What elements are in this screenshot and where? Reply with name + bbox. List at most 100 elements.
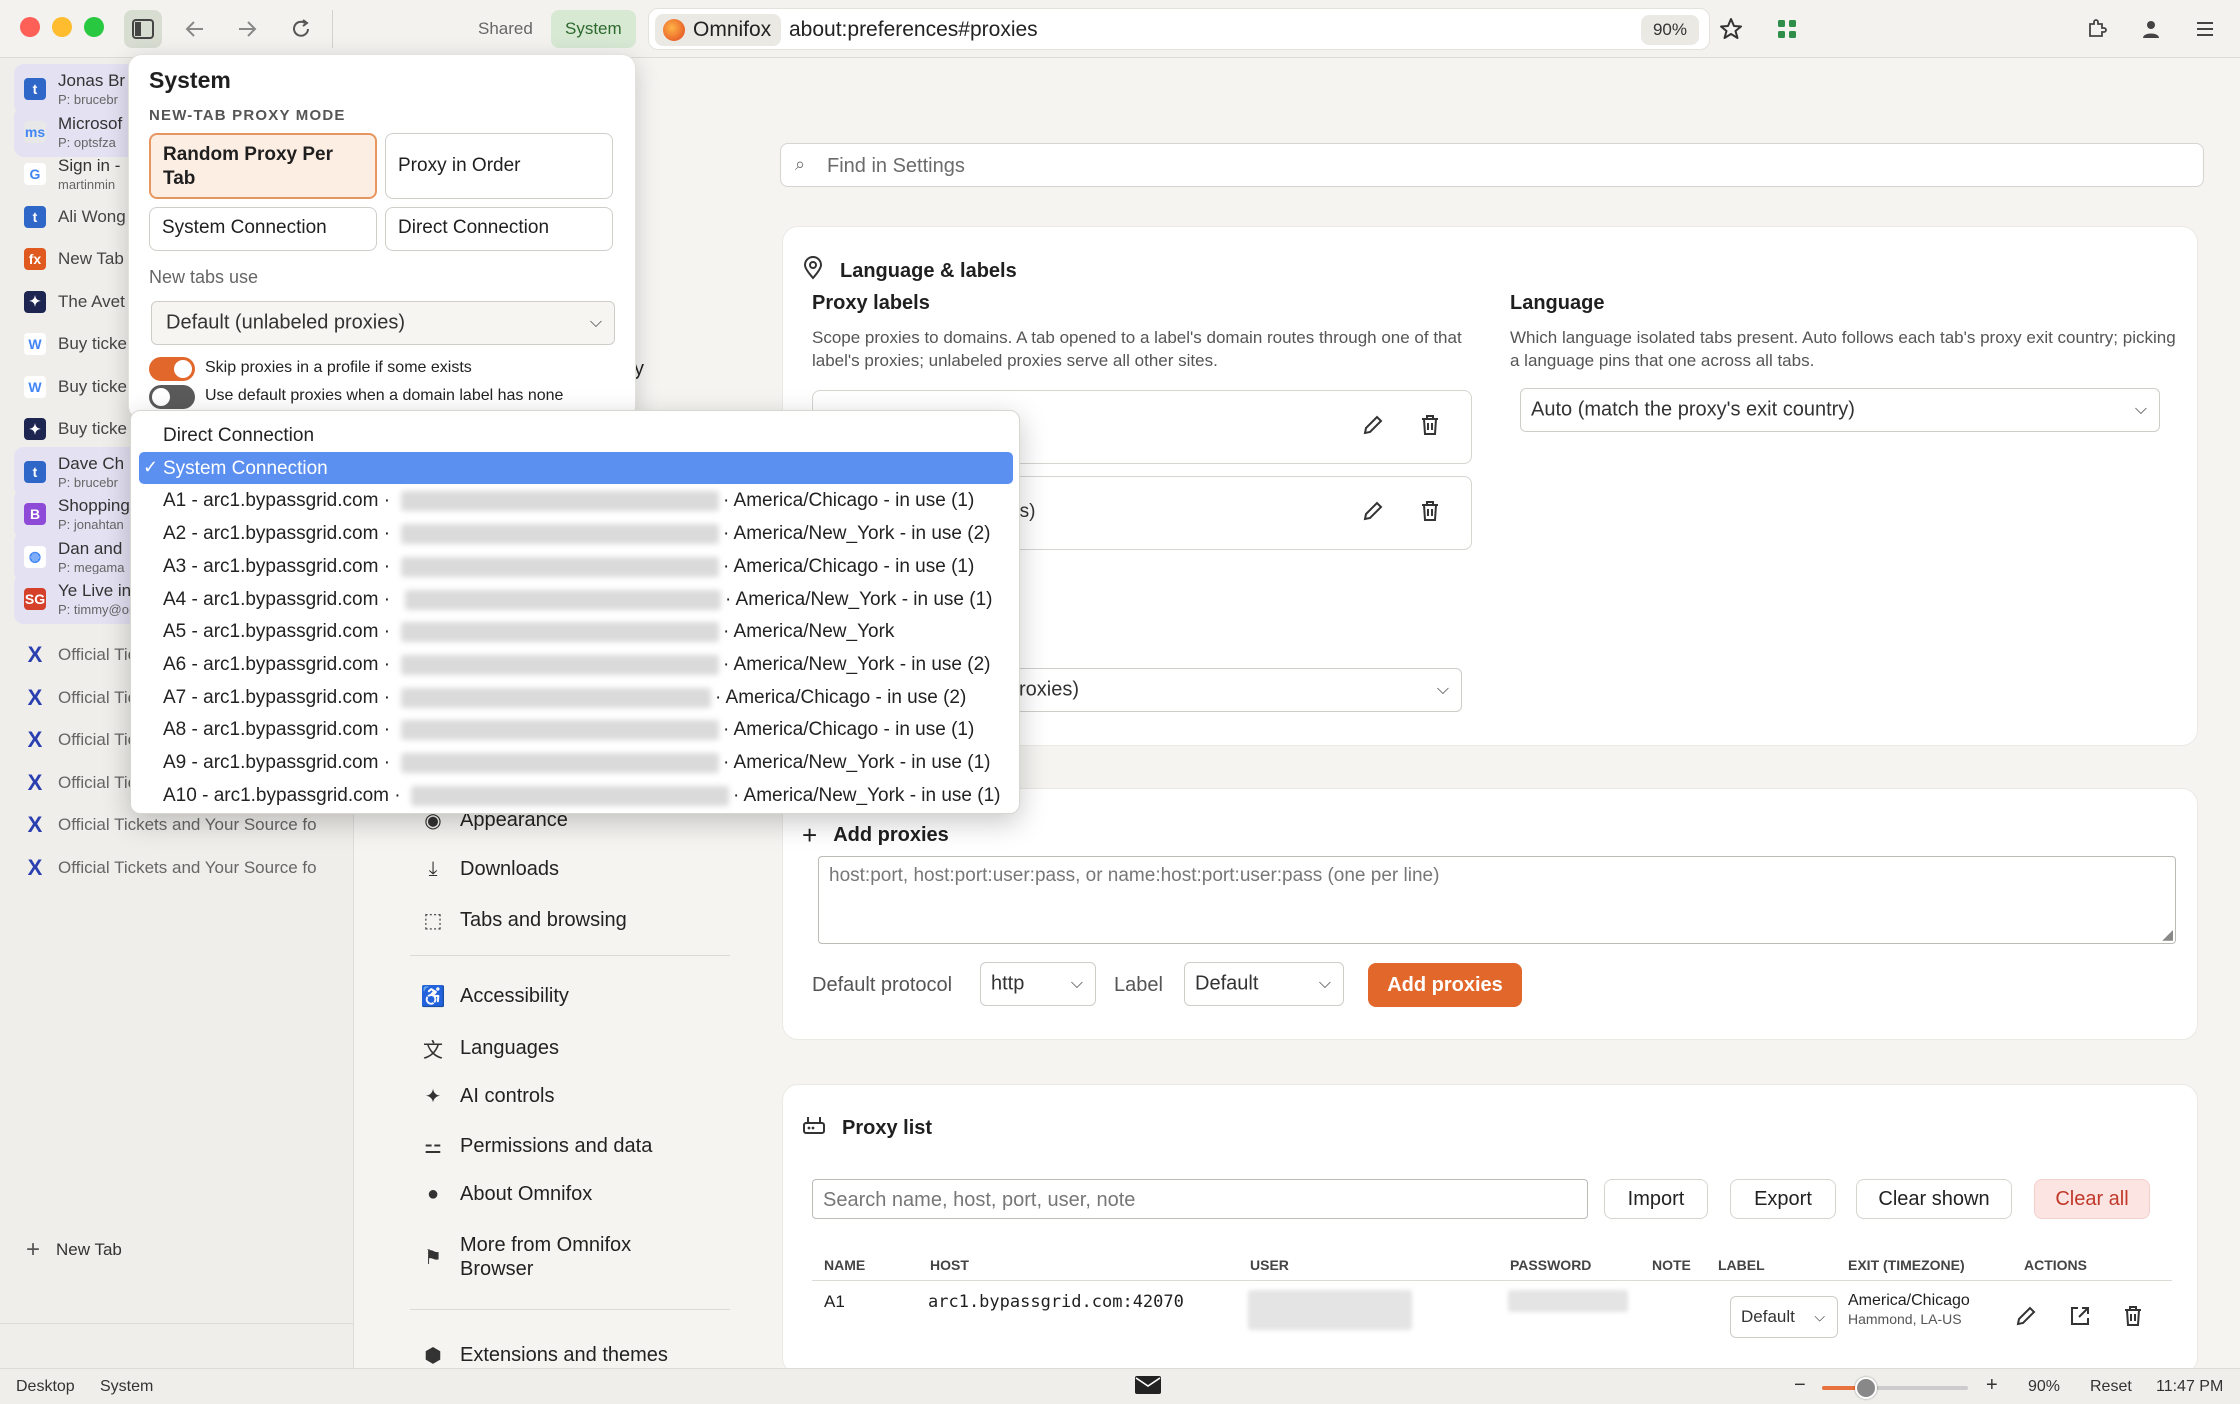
extensions-grid-icon[interactable] [1768, 10, 1806, 48]
option-timezone: · America/Chicago - in use (1) [723, 490, 975, 512]
option-label: System Connection [163, 457, 328, 479]
nav-item-icon: ⬚ [423, 910, 443, 932]
option-label: A5 - arc1.bypassgrid.com · [163, 621, 391, 643]
url-text[interactable]: about:preferences#proxies [789, 18, 1038, 42]
row-label-select[interactable]: Default ⌵ [1730, 1296, 1838, 1338]
col-header-user: USER [1250, 1257, 1289, 1273]
proxies-textarea[interactable]: host:port, host:port:user:pass, or name:… [818, 856, 2176, 944]
dropdown-option[interactable]: A8 - arc1.bypassgrid.com · · America/Chic… [139, 713, 1013, 745]
nav-item[interactable]: ● About Omnifox [420, 1183, 592, 1206]
site-identity-pill[interactable]: Omnifox [655, 14, 782, 46]
address-bar[interactable]: Omnifox about:preferences#proxies 90% [648, 8, 1710, 50]
minimize-window-button[interactable] [52, 17, 72, 37]
close-window-button[interactable] [20, 17, 40, 37]
redacted-ip [401, 524, 719, 545]
zoom-reset-button[interactable]: Reset [2090, 1378, 2132, 1396]
dropdown-option[interactable]: A9 - arc1.bypassgrid.com · · America/New_… [139, 746, 1013, 778]
account-icon[interactable] [2132, 10, 2170, 48]
nav-item[interactable]: ⬢ Extensions and themes [420, 1343, 668, 1368]
forward-arrow-icon[interactable] [228, 10, 266, 48]
shared-mode-tab[interactable]: Shared [464, 10, 547, 48]
clear-all-button[interactable]: Clear all [2034, 1179, 2150, 1219]
sidebar-tab[interactable]: X Official Tickets and Your Source fo [14, 843, 342, 893]
x-logo-icon: X [27, 769, 43, 795]
status-desktop[interactable]: Desktop [16, 1378, 75, 1396]
dropdown-option[interactable]: Direct Connection [139, 419, 1013, 451]
proxy-search-input[interactable]: Search name, host, port, user, note [812, 1179, 1588, 1219]
label-select[interactable]: Default ⌵ [1184, 962, 1344, 1006]
edit-pencil-icon[interactable] [1361, 499, 1385, 528]
add-proxies-button[interactable]: Add proxies [1368, 963, 1522, 1007]
zoom-slider[interactable] [1822, 1377, 1968, 1399]
plus-icon: + [802, 820, 818, 850]
sidebar-toggle-icon[interactable] [124, 10, 162, 48]
option-timezone: · America/Chicago - in use (1) [723, 555, 975, 577]
dropdown-option[interactable]: A1 - arc1.bypassgrid.com · · America/Chic… [139, 484, 1013, 516]
settings-search-input[interactable]: ⌕ Find in Settings [780, 143, 2204, 187]
proxy-list-card [782, 1084, 2198, 1374]
mode-proxy-in-order[interactable]: Proxy in Order [385, 133, 613, 199]
edit-pencil-icon[interactable] [2014, 1304, 2038, 1333]
import-button[interactable]: Import [1604, 1179, 1708, 1219]
open-external-icon[interactable] [2068, 1304, 2092, 1333]
option-timezone: · America/Chicago - in use (1) [723, 719, 975, 741]
nav-item[interactable]: ⚍ Permissions and data [420, 1134, 652, 1159]
zoom-indicator[interactable]: 90% [1640, 15, 1699, 45]
menu-hamburger-icon[interactable] [2186, 10, 2224, 48]
status-system[interactable]: System [100, 1378, 153, 1396]
system-mode-tab[interactable]: System [551, 10, 636, 48]
tab-title: Official Tickets and Your Source fo [58, 857, 317, 877]
puzzle-extension-icon[interactable] [2078, 10, 2116, 48]
nav-item-label: Languages [460, 1037, 559, 1059]
nav-item[interactable]: ✦ AI controls [420, 1084, 555, 1109]
nav-item[interactable]: ⬚ Tabs and browsing [420, 908, 627, 933]
new-tabs-use-label: New tabs use [149, 267, 259, 287]
connection-dropdown-list: Direct Connection ✓ System Connection A1 - … [130, 410, 1020, 814]
nav-item[interactable]: ♿ Accessibility [420, 984, 569, 1009]
back-arrow-icon[interactable] [176, 10, 214, 48]
redacted-ip [401, 491, 719, 512]
new-tab-button[interactable]: + New Tab [26, 1236, 122, 1264]
protocol-select[interactable]: http ⌵ [980, 962, 1096, 1006]
delete-trash-icon[interactable] [1419, 499, 1441, 528]
nav-item-label: About Omnifox [460, 1183, 593, 1205]
delete-trash-icon[interactable] [1419, 413, 1441, 442]
resize-handle-icon[interactable]: ◢ [2162, 926, 2173, 943]
use-default-proxies-toggle[interactable] [149, 385, 195, 409]
new-tabs-use-value: Default (unlabeled proxies) [166, 311, 406, 334]
language-labels-heading: Language & labels [840, 259, 1017, 282]
dropdown-option[interactable]: A6 - arc1.bypassgrid.com · · America/New_… [139, 648, 1013, 680]
edit-pencil-icon[interactable] [1361, 413, 1385, 442]
mode-system-connection[interactable]: System Connection [149, 207, 377, 251]
delete-trash-icon[interactable] [2122, 1304, 2144, 1333]
dropdown-option[interactable]: A2 - arc1.bypassgrid.com · · America/New_… [139, 517, 1013, 549]
nav-item-label: Extensions and themes [460, 1344, 668, 1366]
dropdown-option[interactable]: A3 - arc1.bypassgrid.com · · America/Chic… [139, 550, 1013, 582]
table-header-divider [812, 1280, 2172, 1281]
clear-shown-button[interactable]: Clear shown [1856, 1179, 2012, 1219]
dropdown-option[interactable]: ✓ System Connection [139, 451, 1013, 484]
mail-icon[interactable] [1134, 1375, 1162, 1400]
zoom-out-button[interactable]: − [1794, 1374, 1806, 1397]
dropdown-option[interactable]: A7 - arc1.bypassgrid.com · · America/Chic… [139, 681, 1013, 713]
redacted-ip [405, 589, 721, 610]
zoom-in-button[interactable]: + [1986, 1374, 1998, 1397]
export-button[interactable]: Export [1730, 1179, 1836, 1219]
nav-item[interactable]: 文 Languages [420, 1034, 559, 1063]
skip-proxies-toggle[interactable] [149, 357, 195, 381]
dropdown-option[interactable]: A10 - arc1.bypassgrid.com · · America/New… [139, 779, 1013, 811]
mode-direct-connection[interactable]: Direct Connection [385, 207, 613, 251]
dropdown-option[interactable]: A5 - arc1.bypassgrid.com · · America/New_… [139, 615, 1013, 647]
nav-item[interactable]: ⤓ Downloads [420, 858, 559, 881]
zoom-window-button[interactable] [84, 17, 104, 37]
reload-icon[interactable] [282, 10, 320, 48]
new-tabs-use-select[interactable]: Default (unlabeled proxies) ⌵ [151, 301, 615, 345]
tab-title: Buy ticke [58, 419, 127, 438]
language-select[interactable]: Auto (match the proxy's exit country) ⌵ [1520, 388, 2160, 432]
bookmark-star-icon[interactable] [1712, 10, 1750, 48]
zoom-slider-handle[interactable] [1854, 1377, 1877, 1399]
mode-random-per-tab[interactable]: Random Proxy Per Tab [149, 133, 377, 199]
dropdown-option[interactable]: A4 - arc1.bypassgrid.com · · America/New_… [139, 583, 1013, 615]
nav-item[interactable]: ⚑ More from Omnifox Browser [420, 1233, 660, 1281]
language-description: Which language isolated tabs present. Au… [1510, 328, 2176, 370]
